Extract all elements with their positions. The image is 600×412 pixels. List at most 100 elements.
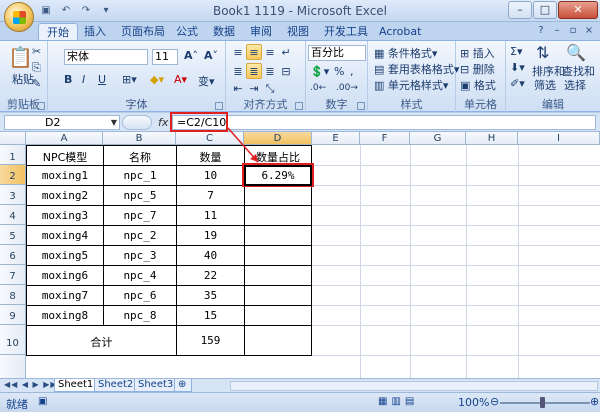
close-button[interactable]: ✕: [558, 1, 598, 19]
table-cell[interactable]: npc_2: [104, 229, 176, 242]
increase-decimal-icon[interactable]: .0←: [310, 83, 326, 93]
row-header-1[interactable]: 1: [0, 145, 26, 165]
bold-button[interactable]: B: [64, 73, 72, 86]
tab-home[interactable]: 开始: [38, 23, 78, 40]
table-cell[interactable]: 19: [177, 229, 244, 242]
font-launcher-icon[interactable]: [215, 102, 223, 110]
zoom-level[interactable]: 100%: [458, 396, 489, 409]
table-cell[interactable]: 40: [177, 249, 244, 262]
tab-page-layout[interactable]: 页面布局: [121, 23, 165, 40]
restore-icon[interactable]: ▫: [566, 24, 580, 38]
paste-icon[interactable]: 📋: [8, 45, 33, 69]
column-header-f[interactable]: F: [360, 132, 410, 145]
table-cell[interactable]: npc_5: [104, 189, 176, 202]
comma-icon[interactable]: ,: [350, 65, 354, 78]
column-header-g[interactable]: G: [410, 132, 466, 145]
table-cell[interactable]: 11: [177, 209, 244, 222]
table-cell[interactable]: npc_8: [104, 309, 176, 322]
table-format-button[interactable]: 套用表格格式: [388, 63, 454, 76]
fill-color-icon[interactable]: ◆▾: [150, 73, 164, 86]
table-cell[interactable]: npc_6: [104, 289, 176, 302]
grow-font-icon[interactable]: A˄: [184, 49, 198, 62]
phonetic-icon[interactable]: 变▾: [198, 73, 215, 89]
fill-icon[interactable]: ⬇▾: [510, 61, 525, 74]
column-header-a[interactable]: A: [26, 132, 103, 145]
select-all-corner[interactable]: [0, 132, 26, 145]
sheet-tab-3[interactable]: Sheet3: [134, 379, 178, 392]
horizontal-scrollbar[interactable]: [230, 381, 598, 391]
column-header-e[interactable]: E: [312, 132, 360, 145]
column-header-i[interactable]: I: [518, 132, 600, 145]
zoom-slider-thumb[interactable]: [540, 397, 545, 408]
zoom-out-icon[interactable]: ⊖: [490, 395, 499, 408]
autosum-icon[interactable]: Σ▾: [510, 45, 522, 58]
clear-icon[interactable]: ✐▾: [510, 77, 525, 90]
row-header-9[interactable]: 9: [0, 305, 26, 325]
currency-icon[interactable]: 💲▾: [310, 65, 329, 78]
total-label[interactable]: 合计: [27, 334, 176, 350]
table-cell[interactable]: 35: [177, 289, 244, 302]
column-header-d[interactable]: D: [244, 132, 312, 145]
table-cell[interactable]: npc_4: [104, 269, 176, 282]
table-cell[interactable]: npc_1: [104, 169, 176, 182]
tab-formulas[interactable]: 公式: [176, 23, 198, 40]
row-header-10[interactable]: 10: [0, 325, 26, 355]
total-value[interactable]: 159: [177, 334, 244, 347]
tab-data[interactable]: 数据: [213, 23, 235, 40]
office-button[interactable]: [4, 2, 34, 32]
table-cell[interactable]: 15: [177, 309, 244, 322]
merge-center-icon[interactable]: ⊟: [278, 64, 294, 80]
copy-icon[interactable]: ⎘: [32, 61, 41, 75]
clipboard-launcher-icon[interactable]: [37, 102, 45, 110]
insert-sheet-icon[interactable]: ⊕: [174, 379, 192, 392]
font-name-select[interactable]: 宋体: [64, 49, 148, 65]
number-launcher-icon[interactable]: [357, 102, 365, 110]
table-cell[interactable]: 22: [177, 269, 244, 282]
table-header-name[interactable]: 名称: [104, 149, 176, 165]
tab-view[interactable]: 视图: [287, 23, 309, 40]
align-right-icon[interactable]: ≣: [262, 64, 278, 80]
increase-indent-icon[interactable]: ⇥: [246, 81, 262, 97]
table-header-model[interactable]: NPC模型: [27, 149, 103, 165]
font-color-icon[interactable]: A▾: [174, 73, 187, 86]
tab-developer[interactable]: 开发工具: [324, 23, 368, 40]
table-cell[interactable]: npc_3: [104, 249, 176, 262]
table-cell[interactable]: moxing7: [27, 289, 103, 302]
decrease-indent-icon[interactable]: ⇤: [230, 81, 246, 97]
cut-icon[interactable]: ✂: [32, 45, 41, 58]
row-header-4[interactable]: 4: [0, 205, 26, 225]
table-cell[interactable]: moxing5: [27, 249, 103, 262]
row-header-2[interactable]: 2: [0, 165, 26, 185]
formula-controls[interactable]: [122, 115, 152, 130]
alignment-launcher-icon[interactable]: [295, 102, 303, 110]
table-cell[interactable]: npc_7: [104, 209, 176, 222]
chevron-down-icon[interactable]: ▼: [111, 116, 117, 129]
format-painter-icon[interactable]: ✎: [32, 77, 41, 90]
insert-cells-button[interactable]: 插入: [473, 47, 495, 60]
view-buttons-icon[interactable]: ▦▥▤: [378, 396, 418, 407]
cell-styles-button[interactable]: 单元格样式: [388, 79, 443, 92]
tab-review[interactable]: 审阅: [250, 23, 272, 40]
decrease-decimal-icon[interactable]: .00→: [336, 83, 358, 93]
table-cell[interactable]: moxing3: [27, 209, 103, 222]
font-size-select[interactable]: 11: [152, 49, 178, 65]
worksheet-grid[interactable]: A B C D E F G H I 1 2 3 4 5 6 7 8 9 10 N…: [0, 132, 600, 378]
row-header-7[interactable]: 7: [0, 265, 26, 285]
column-header-b[interactable]: B: [103, 132, 176, 145]
row-header-6[interactable]: 6: [0, 245, 26, 265]
underline-button[interactable]: U: [98, 73, 106, 86]
number-format-select[interactable]: 百分比: [308, 45, 366, 61]
table-cell[interactable]: 7: [177, 189, 244, 202]
table-header-count[interactable]: 数量: [177, 149, 244, 165]
sheet-tab-2[interactable]: Sheet2: [94, 379, 138, 392]
active-cell[interactable]: [244, 165, 312, 186]
table-cell[interactable]: moxing4: [27, 229, 103, 242]
column-header-h[interactable]: H: [466, 132, 518, 145]
paste-button[interactable]: 粘贴: [12, 71, 34, 87]
conditional-format-button[interactable]: 条件格式: [388, 47, 432, 60]
table-cell[interactable]: moxing2: [27, 189, 103, 202]
macro-record-icon[interactable]: ▣: [38, 396, 47, 407]
tab-insert[interactable]: 插入: [84, 23, 106, 40]
minimize-button[interactable]: –: [508, 1, 532, 19]
delete-cells-button[interactable]: 删除: [473, 63, 495, 76]
